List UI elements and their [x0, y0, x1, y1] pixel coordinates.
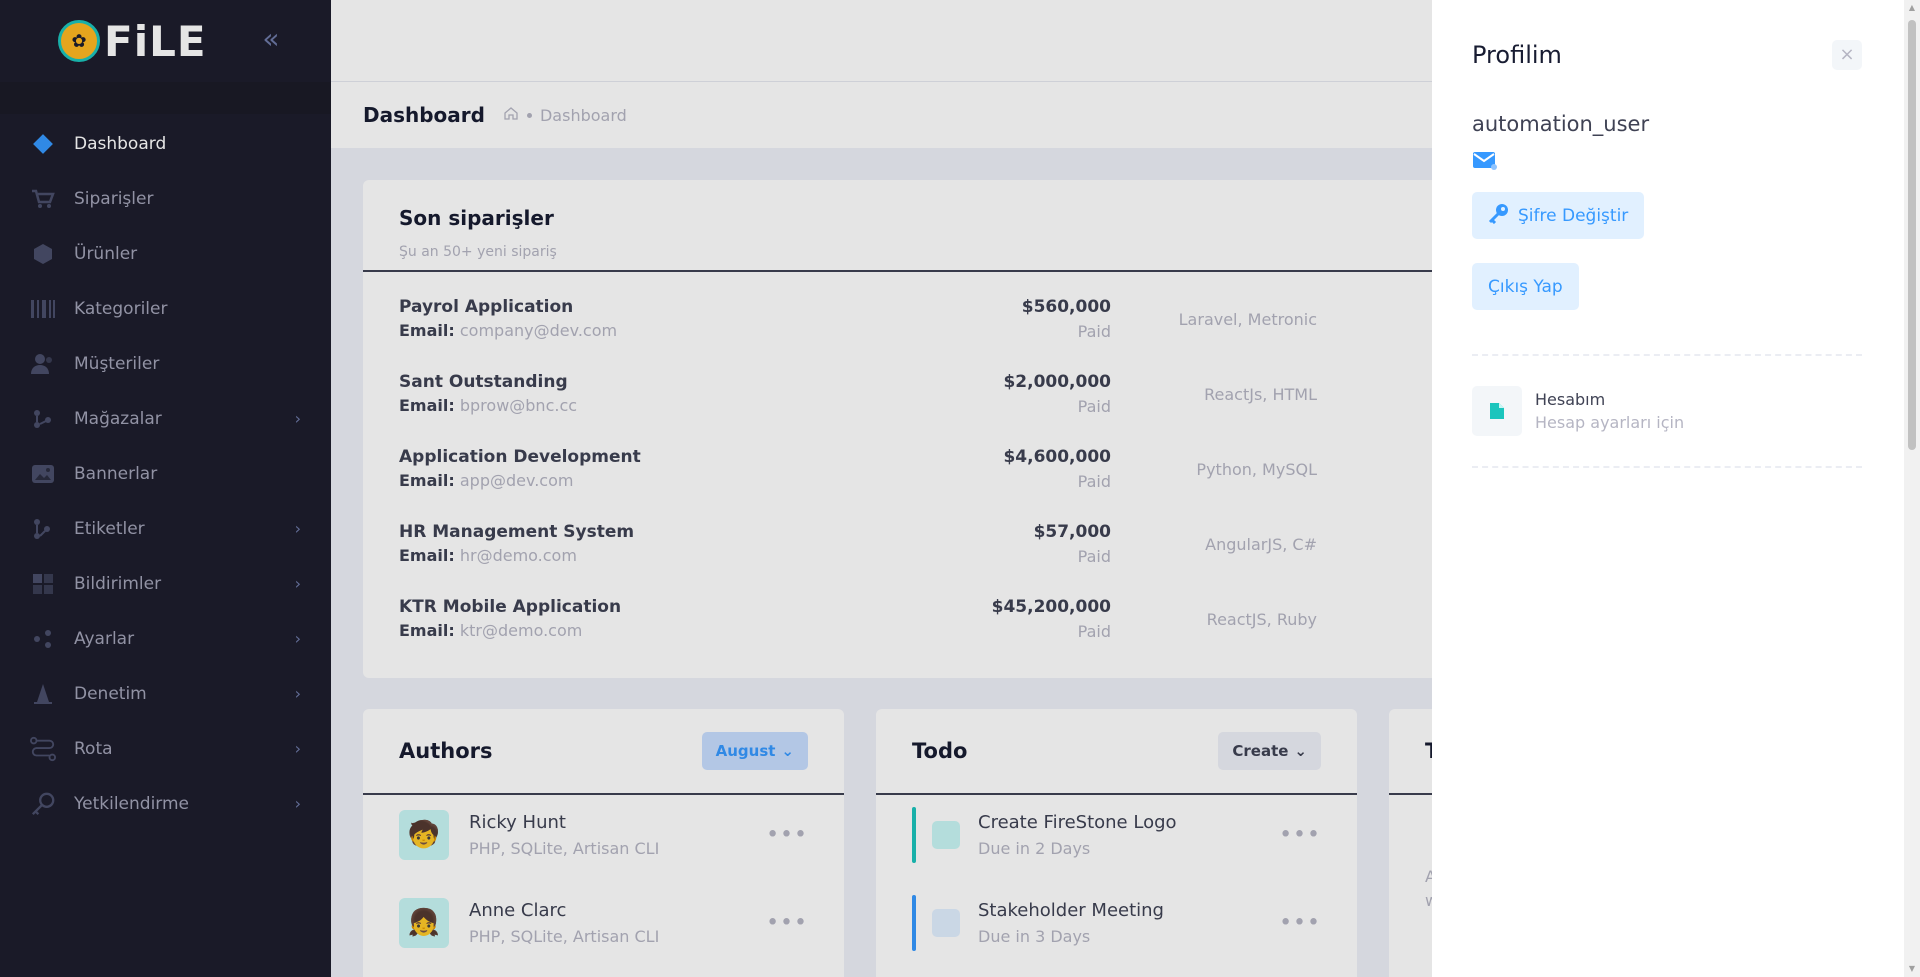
mail-icon[interactable]: [1472, 150, 1498, 172]
scroll-up-icon[interactable]: ▲: [1908, 4, 1916, 12]
scrollbar[interactable]: ▲ ▼: [1904, 0, 1920, 977]
username: automation_user: [1472, 112, 1650, 136]
dashed-divider: [1472, 466, 1862, 468]
profile-panel: Profilim × automation_user Şifre Değişti…: [1432, 0, 1904, 977]
account-title: Hesabım: [1535, 390, 1606, 409]
scrollbar-thumb[interactable]: [1908, 20, 1916, 450]
logout-wrapper: Çıkış Yap: [1472, 263, 1862, 310]
panel-header: Profilim ×: [1472, 0, 1862, 110]
file-icon: [1472, 386, 1522, 436]
account-settings-item[interactable]: Hesabım Hesap ayarları için: [1472, 356, 1862, 466]
change-password-wrapper: Şifre Değiştir: [1472, 192, 1862, 239]
key-icon: [1488, 202, 1510, 229]
scroll-down-icon[interactable]: ▼: [1908, 965, 1916, 973]
account-subtitle: Hesap ayarları için: [1535, 413, 1685, 432]
change-password-button[interactable]: Şifre Değiştir: [1472, 192, 1645, 239]
change-password-label: Şifre Değiştir: [1518, 205, 1629, 226]
logout-label: Çıkış Yap: [1488, 276, 1563, 297]
account-info: Hesabım Hesap ayarları için: [1535, 390, 1684, 432]
panel-title: Profilim: [1472, 41, 1562, 69]
logout-button[interactable]: Çıkış Yap: [1472, 263, 1579, 310]
close-icon[interactable]: ×: [1832, 40, 1862, 70]
